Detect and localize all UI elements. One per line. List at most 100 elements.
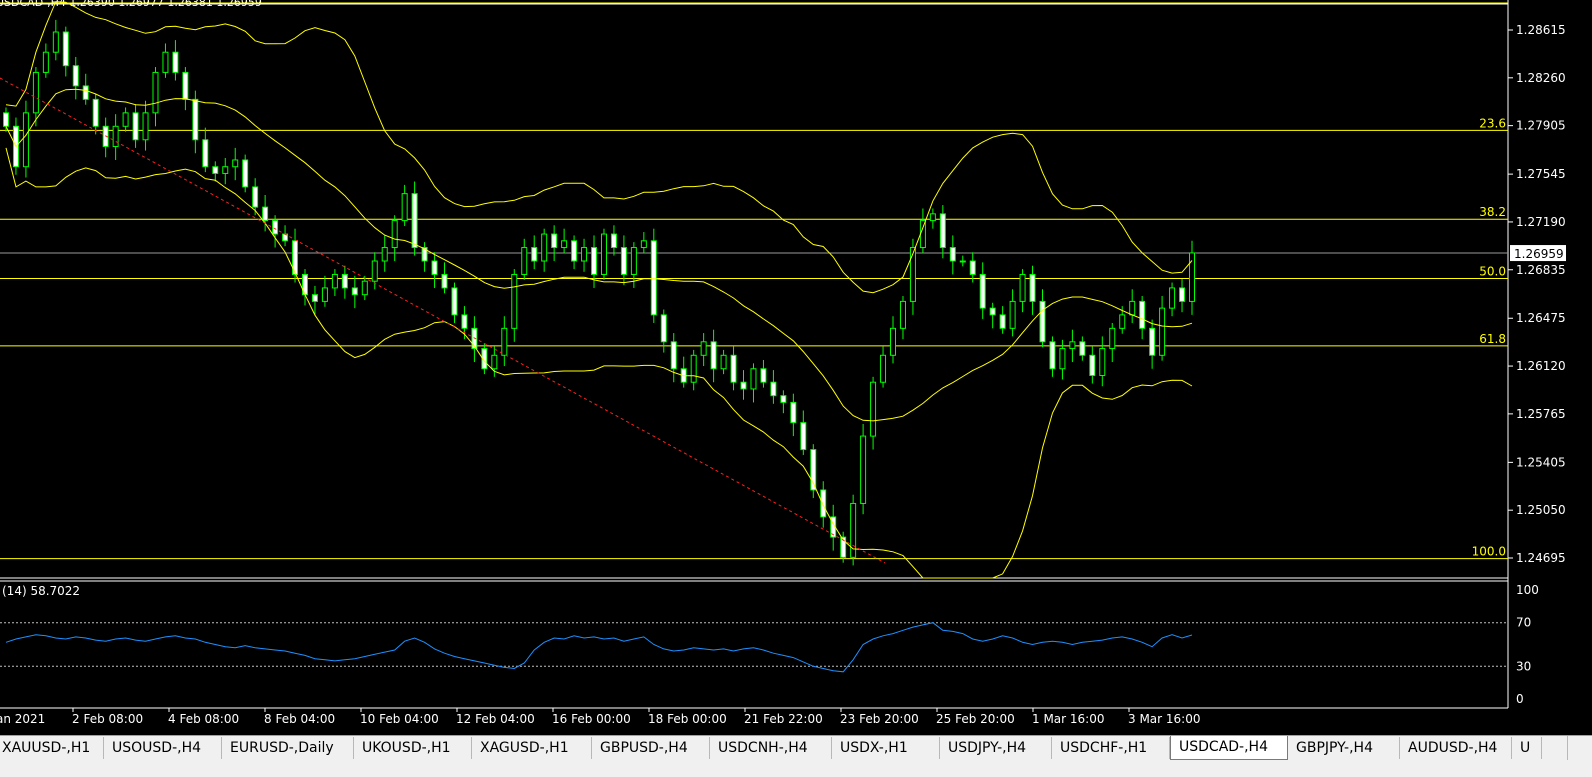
candle-body bbox=[1099, 348, 1106, 376]
symbol-tab-gbpjpy-h4[interactable]: GBPJPY-,H4 bbox=[1288, 737, 1400, 759]
symbol-tab-usdcad-h4[interactable]: USDCAD-,H4 bbox=[1170, 736, 1288, 760]
candle-body bbox=[162, 51, 169, 73]
candle-body bbox=[909, 247, 916, 302]
candle-body bbox=[571, 240, 578, 262]
candle-body bbox=[451, 287, 458, 316]
symbol-tab-ukousd-h1[interactable]: UKOUSD-,H1 bbox=[354, 737, 472, 759]
candle-body bbox=[172, 51, 179, 73]
candle-body bbox=[112, 125, 119, 148]
candle-body bbox=[441, 273, 448, 289]
candle-body bbox=[411, 193, 418, 249]
price-tick-label: 1.27545 bbox=[1516, 167, 1566, 181]
candle-body bbox=[491, 354, 498, 370]
symbol-tab-audusd-h4[interactable]: AUDUSD-,H4 bbox=[1400, 737, 1512, 759]
candle-body bbox=[899, 300, 906, 329]
candle-body bbox=[311, 294, 318, 302]
time-axis-label: 10 Feb 04:00 bbox=[360, 712, 439, 726]
candle-body bbox=[42, 51, 49, 73]
price-tick-label: 1.27190 bbox=[1516, 215, 1566, 229]
symbol-tab-usousd-h4[interactable]: USOUSD-,H4 bbox=[104, 737, 222, 759]
candle-body bbox=[1009, 300, 1016, 329]
candle-body bbox=[431, 260, 438, 275]
rsi-tick-label: 100 bbox=[1516, 583, 1539, 597]
chart-header-ohlc: USDCAD-,H4 1.26390 1.26977 1.26381 1.269… bbox=[0, 0, 262, 9]
price-tick-label: 1.28615 bbox=[1516, 23, 1566, 37]
time-axis-label: 2 Feb 08:00 bbox=[72, 712, 143, 726]
candle-body bbox=[1119, 314, 1126, 329]
symbol-tab-u[interactable]: U bbox=[1512, 737, 1542, 759]
trendline-dashed bbox=[0, 77, 886, 564]
candle-body bbox=[770, 381, 777, 397]
candle-body bbox=[929, 213, 936, 222]
tab-scroll-right-button[interactable] bbox=[1567, 736, 1592, 760]
candle-body bbox=[222, 166, 229, 174]
symbol-tab-usdjpy-h4[interactable]: USDJPY-,H4 bbox=[940, 737, 1052, 759]
symbol-tab-bar: XAUUSD-,H1 USOUSD-,H4 EURUSD-,Daily UKOUSD-… bbox=[0, 735, 1592, 777]
candle-body bbox=[461, 314, 468, 329]
candle-body bbox=[690, 354, 697, 383]
time-axis-label: 3 Mar 16:00 bbox=[1128, 712, 1201, 726]
candle-body bbox=[630, 247, 637, 275]
candle-body bbox=[401, 193, 408, 222]
candle-body bbox=[959, 260, 966, 263]
candle-body bbox=[790, 401, 797, 424]
candle-body bbox=[581, 247, 588, 262]
symbol-tab-xauusd-h1[interactable]: XAUUSD-,H1 bbox=[0, 737, 104, 759]
candle-body bbox=[1049, 341, 1056, 370]
price-tick-label: 1.26120 bbox=[1516, 359, 1566, 373]
candle-body bbox=[282, 233, 289, 242]
candle-body bbox=[501, 327, 508, 356]
candle-body bbox=[561, 240, 568, 249]
symbol-tab-usdx-h1[interactable]: USDX-,H1 bbox=[832, 737, 940, 759]
bollinger-upper-band bbox=[5, 1, 1193, 294]
symbol-tab-usdchf-h1[interactable]: USDCHF-,H1 bbox=[1052, 737, 1170, 759]
symbol-tab-xagusd-h1[interactable]: XAGUSD-,H1 bbox=[472, 737, 592, 759]
candle-body bbox=[760, 368, 767, 383]
candle-body bbox=[52, 31, 59, 53]
symbol-tab-usdcnh-h4[interactable]: USDCNH-,H4 bbox=[710, 737, 832, 759]
rsi-line bbox=[5, 622, 1193, 673]
candle-body bbox=[272, 220, 279, 235]
candle-body bbox=[391, 220, 398, 249]
time-axis-label: 1 Mar 16:00 bbox=[1032, 712, 1105, 726]
bollinger-middle-band bbox=[5, 88, 1193, 422]
time-axis-label: 21 Feb 22:00 bbox=[744, 712, 823, 726]
candle-body bbox=[152, 71, 159, 114]
candle-body bbox=[92, 98, 99, 127]
candle-body bbox=[1169, 287, 1176, 309]
candle-body bbox=[541, 233, 548, 262]
candle-body bbox=[232, 159, 239, 168]
candle-body bbox=[371, 260, 378, 282]
candle-body bbox=[591, 247, 598, 275]
candle-body bbox=[1149, 327, 1156, 356]
candle-body bbox=[740, 381, 747, 390]
trading-terminal-window: USDCAD-,H4 1.26390 1.26977 1.26381 1.269… bbox=[0, 0, 1592, 777]
candle-body bbox=[820, 489, 827, 518]
rsi-tick-label: 30 bbox=[1516, 659, 1531, 673]
candle-body bbox=[670, 341, 677, 370]
candle-body bbox=[321, 287, 328, 302]
candle-body bbox=[252, 186, 259, 208]
candle-body bbox=[949, 247, 956, 262]
bollinger-lower-band bbox=[5, 147, 1193, 579]
price-tick-label: 1.24695 bbox=[1516, 551, 1566, 565]
candle-body bbox=[551, 233, 558, 249]
candle-body bbox=[202, 139, 209, 168]
candle-body bbox=[880, 354, 887, 383]
candle-body bbox=[192, 98, 199, 141]
candle-body bbox=[32, 71, 39, 114]
time-axis-label: 8 Feb 04:00 bbox=[264, 712, 335, 726]
candle-body bbox=[82, 85, 89, 100]
candle-body bbox=[3, 112, 9, 127]
symbol-tab-eurusd-daily[interactable]: EURUSD-,Daily bbox=[222, 737, 354, 759]
candle-body bbox=[720, 354, 727, 370]
price-tick-label: 1.26835 bbox=[1516, 263, 1566, 277]
candle-body bbox=[1079, 341, 1086, 356]
fib-level-label: 23.6 bbox=[1479, 116, 1506, 130]
chart-area[interactable]: USDCAD-,H4 1.26390 1.26977 1.26381 1.269… bbox=[0, 0, 1592, 735]
candle-body bbox=[62, 31, 69, 67]
candle-body bbox=[710, 341, 717, 370]
candle-body bbox=[182, 71, 189, 100]
symbol-tab-gbpusd-h4[interactable]: GBPUSD-,H4 bbox=[592, 737, 710, 759]
candle-body bbox=[531, 247, 538, 262]
